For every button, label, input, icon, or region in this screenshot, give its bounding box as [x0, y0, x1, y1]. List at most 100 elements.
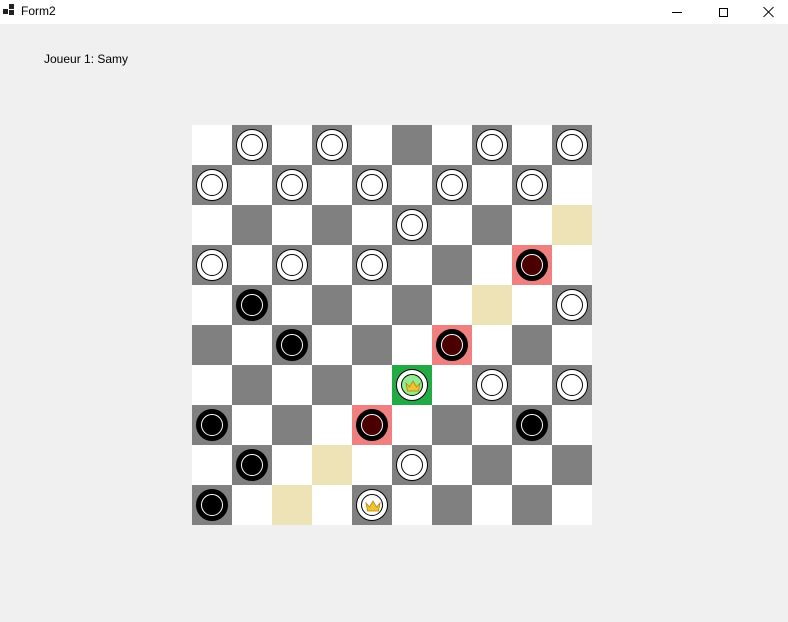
board-cell[interactable] — [312, 325, 352, 365]
white-piece[interactable] — [236, 129, 268, 161]
board-cell[interactable] — [312, 165, 352, 205]
board-cell[interactable] — [392, 285, 432, 325]
board-cell[interactable] — [432, 285, 472, 325]
board-cell[interactable] — [432, 325, 472, 365]
white-piece[interactable] — [556, 129, 588, 161]
white-king-piece[interactable] — [356, 489, 388, 521]
green-king-piece[interactable] — [396, 369, 428, 401]
board-cell[interactable] — [552, 205, 592, 245]
board-cell[interactable] — [392, 165, 432, 205]
board-cell[interactable] — [432, 485, 472, 525]
white-piece[interactable] — [436, 169, 468, 201]
board-cell[interactable] — [512, 285, 552, 325]
board-cell[interactable] — [552, 365, 592, 405]
black-piece[interactable] — [196, 409, 228, 441]
board-cell[interactable] — [192, 365, 232, 405]
board-cell[interactable] — [352, 285, 392, 325]
board-cell[interactable] — [472, 485, 512, 525]
board-cell[interactable] — [192, 125, 232, 165]
board-cell[interactable] — [192, 245, 232, 285]
board-cell[interactable] — [232, 485, 272, 525]
board-cell[interactable] — [192, 405, 232, 445]
board-cell[interactable] — [392, 205, 432, 245]
black-piece[interactable] — [516, 409, 548, 441]
board-cell[interactable] — [272, 325, 312, 365]
board-cell[interactable] — [512, 445, 552, 485]
board-cell[interactable] — [312, 365, 352, 405]
board-cell[interactable] — [312, 405, 352, 445]
board-cell[interactable] — [512, 325, 552, 365]
board-cell[interactable] — [512, 205, 552, 245]
close-button[interactable] — [746, 0, 788, 24]
board-cell[interactable] — [312, 485, 352, 525]
board-cell[interactable] — [272, 485, 312, 525]
board-cell[interactable] — [232, 365, 272, 405]
white-piece[interactable] — [476, 129, 508, 161]
board-cell[interactable] — [392, 365, 432, 405]
board-cell[interactable] — [272, 285, 312, 325]
white-piece[interactable] — [196, 249, 228, 281]
board-cell[interactable] — [552, 445, 592, 485]
board-cell[interactable] — [352, 485, 392, 525]
board-cell[interactable] — [392, 485, 432, 525]
red-piece[interactable] — [356, 409, 388, 441]
board-cell[interactable] — [472, 245, 512, 285]
board-cell[interactable] — [432, 205, 472, 245]
board-cell[interactable] — [512, 405, 552, 445]
board-cell[interactable] — [552, 165, 592, 205]
board-cell[interactable] — [232, 325, 272, 365]
board-cell[interactable] — [512, 365, 552, 405]
board-cell[interactable] — [192, 285, 232, 325]
board-cell[interactable] — [192, 445, 232, 485]
board-cell[interactable] — [472, 125, 512, 165]
board-cell[interactable] — [432, 445, 472, 485]
board-cell[interactable] — [272, 165, 312, 205]
app-window-icon[interactable] — [3, 4, 15, 16]
board-cell[interactable] — [472, 285, 512, 325]
board-cell[interactable] — [432, 125, 472, 165]
board-cell[interactable] — [312, 245, 352, 285]
board-cell[interactable] — [232, 245, 272, 285]
board-cell[interactable] — [352, 445, 392, 485]
board-cell[interactable] — [392, 125, 432, 165]
board-cell[interactable] — [272, 445, 312, 485]
board-cell[interactable] — [472, 405, 512, 445]
board-cell[interactable] — [192, 325, 232, 365]
board-cell[interactable] — [432, 245, 472, 285]
board-cell[interactable] — [352, 165, 392, 205]
board-cell[interactable] — [512, 245, 552, 285]
board-cell[interactable] — [512, 125, 552, 165]
board-cell[interactable] — [352, 245, 392, 285]
board-cell[interactable] — [392, 325, 432, 365]
board-cell[interactable] — [432, 165, 472, 205]
board-cell[interactable] — [552, 245, 592, 285]
board-cell[interactable] — [312, 445, 352, 485]
board-cell[interactable] — [552, 125, 592, 165]
maximize-button[interactable] — [700, 0, 746, 24]
board-cell[interactable] — [472, 325, 512, 365]
board-cell[interactable] — [232, 165, 272, 205]
board-cell[interactable] — [232, 125, 272, 165]
white-piece[interactable] — [556, 289, 588, 321]
board-cell[interactable] — [312, 285, 352, 325]
board-cell[interactable] — [472, 365, 512, 405]
board-cell[interactable] — [352, 125, 392, 165]
white-piece[interactable] — [396, 209, 428, 241]
board-cell[interactable] — [312, 125, 352, 165]
board-cell[interactable] — [272, 205, 312, 245]
black-piece[interactable] — [236, 449, 268, 481]
board-cell[interactable] — [232, 445, 272, 485]
board-cell[interactable] — [312, 205, 352, 245]
board-cell[interactable] — [552, 285, 592, 325]
board-cell[interactable] — [352, 205, 392, 245]
board-cell[interactable] — [192, 485, 232, 525]
red-piece[interactable] — [516, 249, 548, 281]
white-piece[interactable] — [196, 169, 228, 201]
board-cell[interactable] — [232, 285, 272, 325]
board-cell[interactable] — [472, 445, 512, 485]
board-cell[interactable] — [472, 205, 512, 245]
board-cell[interactable] — [512, 165, 552, 205]
board-cell[interactable] — [352, 325, 392, 365]
white-piece[interactable] — [276, 169, 308, 201]
white-piece[interactable] — [276, 249, 308, 281]
